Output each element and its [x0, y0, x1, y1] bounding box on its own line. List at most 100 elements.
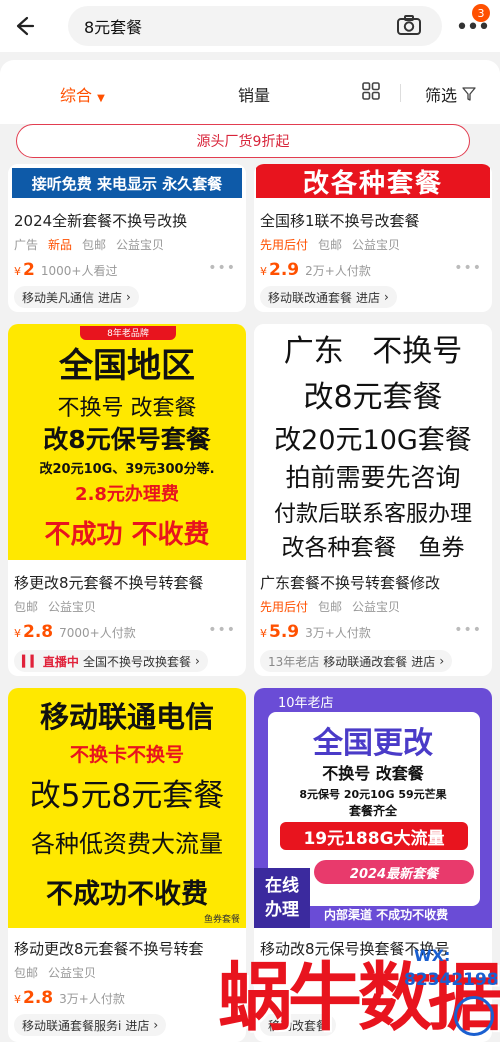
product-card[interactable]: 8年老品牌 全国地区 不换号 改套餐 改8元保号套餐 改20元10G、39元30… — [8, 324, 246, 676]
product-image-text: 全国更改 — [313, 726, 433, 761]
shop-link[interactable]: 移动美凡通信 进店 › — [14, 286, 139, 308]
promo-banner[interactable]: 源头厂货9折起 — [16, 124, 470, 158]
sold-count: 3万+人付款 — [59, 992, 125, 1006]
more-options-icon[interactable]: ••• — [454, 622, 482, 638]
product-card[interactable]: 改各种套餐 全国移1联不换号改套餐 先用后付 包邮 公益宝贝 ¥2.9 2万+人… — [254, 164, 492, 312]
product-image-text: 改各种套餐 — [256, 164, 490, 199]
shop-link[interactable]: 13年老店 移动联通改套餐 进店 › — [260, 650, 453, 672]
tag: 包邮 — [318, 600, 343, 614]
price-value: 2.9 — [269, 260, 300, 280]
product-image-text: 办理 — [265, 900, 299, 920]
shop-link-label: 进店 — [411, 654, 436, 669]
tab-filter-label: 筛选 — [425, 86, 458, 105]
tag: 广告 — [14, 238, 39, 252]
tag: 包邮 — [14, 600, 39, 614]
tag: 公益宝贝 — [352, 238, 401, 252]
product-image-text: 不换号 改套餐 — [57, 396, 197, 421]
chevron-right-icon: › — [384, 290, 389, 304]
shop-link[interactable]: ▍▍ 直播中 全国不换号改换套餐 › — [14, 650, 208, 672]
product-image: 接听免费 来电显示 永久套餐 — [8, 164, 246, 200]
more-options-icon[interactable]: ••• — [208, 622, 236, 638]
product-image-text: 10年老店 — [278, 696, 334, 711]
product-image-text: 改20元10G套餐 — [274, 425, 472, 456]
back-arrow-icon[interactable] — [0, 0, 48, 52]
snail-logo-icon — [454, 996, 494, 1036]
tab-filter[interactable]: 筛选 — [425, 82, 476, 106]
sold-count: 3万+人付款 — [305, 626, 371, 640]
product-image-text: 在线 — [265, 876, 299, 896]
product-card[interactable]: 接听免费 来电显示 永久套餐 2024全新套餐不换号改换 广告 新品 包邮 公益… — [8, 164, 246, 312]
image-side-label: 在线 办理 — [254, 868, 310, 928]
shop-link-label: 进店 — [356, 290, 381, 305]
tab-sales[interactable]: 销量 — [238, 82, 270, 106]
product-tags: 先用后付 包邮 公益宝贝 — [260, 236, 400, 253]
tag: 公益宝贝 — [48, 600, 97, 614]
shop-link-label: 进店 — [125, 1018, 150, 1033]
watermark-id: 82342198 — [404, 970, 499, 990]
product-image-text: 不成功 不收费 — [44, 520, 210, 550]
product-tags: 广告 新品 包邮 公益宝贝 — [14, 236, 164, 253]
product-title: 全国移1联不换号改套餐 — [260, 212, 420, 230]
product-tags: 先用后付 包邮 公益宝贝 — [260, 598, 400, 615]
product-tags: 包邮 公益宝贝 — [14, 964, 96, 981]
product-image-text: 付款后联系客服办理 — [273, 502, 472, 527]
product-image-text: 不换号 改套餐 — [322, 764, 424, 783]
product-title: 2024全新套餐不换号改换 — [14, 212, 188, 230]
tag: 包邮 — [82, 238, 107, 252]
watermark-brand: 蜗牛数据 — [218, 955, 500, 1041]
shop-name: 移动联改通套餐 — [268, 290, 353, 305]
product-price: ¥2.9 2万+人付款 — [260, 260, 371, 280]
chevron-right-icon: › — [439, 654, 445, 668]
price-value: 2.8 — [23, 622, 54, 642]
tag: 包邮 — [318, 238, 343, 252]
product-card[interactable]: 移动联通电信 不换卡不换号 改5元8元套餐 各种低资费大流量 不成功不收费 鱼券… — [8, 688, 246, 1042]
tag: 新品 — [48, 238, 73, 252]
tag: 公益宝贝 — [352, 600, 401, 614]
shop-name: 移动联通改套餐 — [323, 654, 408, 669]
product-image: 10年老店 全国更改 不换号 改套餐 8元保号 20元10G 59元芒果 套餐齐… — [254, 688, 492, 928]
product-image-text: 8元保号 20元10G 59元芒果 — [299, 788, 447, 801]
product-image-text: 2.8元办理费 — [75, 484, 179, 505]
grid-view-icon[interactable] — [362, 82, 380, 104]
tag: 先用后付 — [260, 600, 309, 614]
product-title: 广东套餐不换号转套餐修改 — [260, 574, 441, 592]
tag: 包邮 — [14, 966, 39, 980]
product-image-text: 广东 不换号 — [283, 334, 463, 369]
shop-link[interactable]: 移动联通套餐服务i 进店 › — [14, 1014, 167, 1036]
product-tags: 包邮 公益宝贝 — [14, 598, 96, 615]
product-image-text: 改20元10G、39元300分等. — [39, 462, 215, 477]
shop-link-label: 进店 — [98, 290, 123, 305]
product-title: 移更改8元套餐不换号转套餐 — [14, 574, 204, 592]
top-bar: 8元套餐 ••• 3 — [0, 0, 500, 52]
filter-icon — [462, 86, 476, 105]
live-label: 直播中 — [42, 654, 79, 669]
product-image: 8年老品牌 全国地区 不换号 改套餐 改8元保号套餐 改20元10G、39元30… — [8, 324, 246, 560]
price-value: 2.8 — [23, 988, 54, 1008]
search-input[interactable]: 8元套餐 — [68, 6, 442, 46]
camera-icon[interactable] — [394, 12, 424, 38]
product-image-text: 改5元8元套餐 — [29, 778, 225, 814]
product-image-text: 不成功不收费 — [46, 879, 208, 910]
more-options-icon[interactable]: ••• — [454, 260, 482, 276]
search-query: 8元套餐 — [84, 18, 143, 37]
product-card[interactable]: 广东 不换号 改8元套餐 改20元10G套餐 拍前需要先咨询 付款后联系客服办理… — [254, 324, 492, 676]
more-options-icon[interactable]: ••• — [208, 260, 236, 276]
product-price: ¥2 1000+人看过 — [14, 260, 118, 280]
product-image-text: 接听免费 来电显示 永久套餐 — [12, 168, 242, 198]
price-value: 2 — [23, 260, 35, 280]
chevron-right-icon: › — [194, 654, 200, 668]
sold-count: 1000+人看过 — [40, 264, 118, 278]
product-image-text: 内部渠道 不成功不收费 — [324, 908, 449, 922]
product-image-text: 改8元套餐 — [303, 380, 443, 415]
shop-name: 移动美凡通信 — [22, 290, 95, 305]
notification-badge: 3 — [472, 4, 490, 22]
product-image-text: 改8元保号套餐 — [43, 425, 211, 454]
product-image: 移动联通电信 不换卡不换号 改5元8元套餐 各种低资费大流量 不成功不收费 鱼券… — [8, 688, 246, 928]
shop-link[interactable]: 移动联改通套餐 进店 › — [260, 286, 397, 308]
price-value: 5.9 — [269, 622, 300, 642]
product-price: ¥2.8 3万+人付款 — [14, 988, 125, 1008]
chevron-right-icon: › — [126, 290, 131, 304]
tab-overall[interactable]: 综合 ▼ — [60, 82, 105, 106]
product-image-text: 移动联通电信 — [39, 700, 214, 734]
product-image-text: 拍前需要先咨询 — [285, 463, 461, 492]
